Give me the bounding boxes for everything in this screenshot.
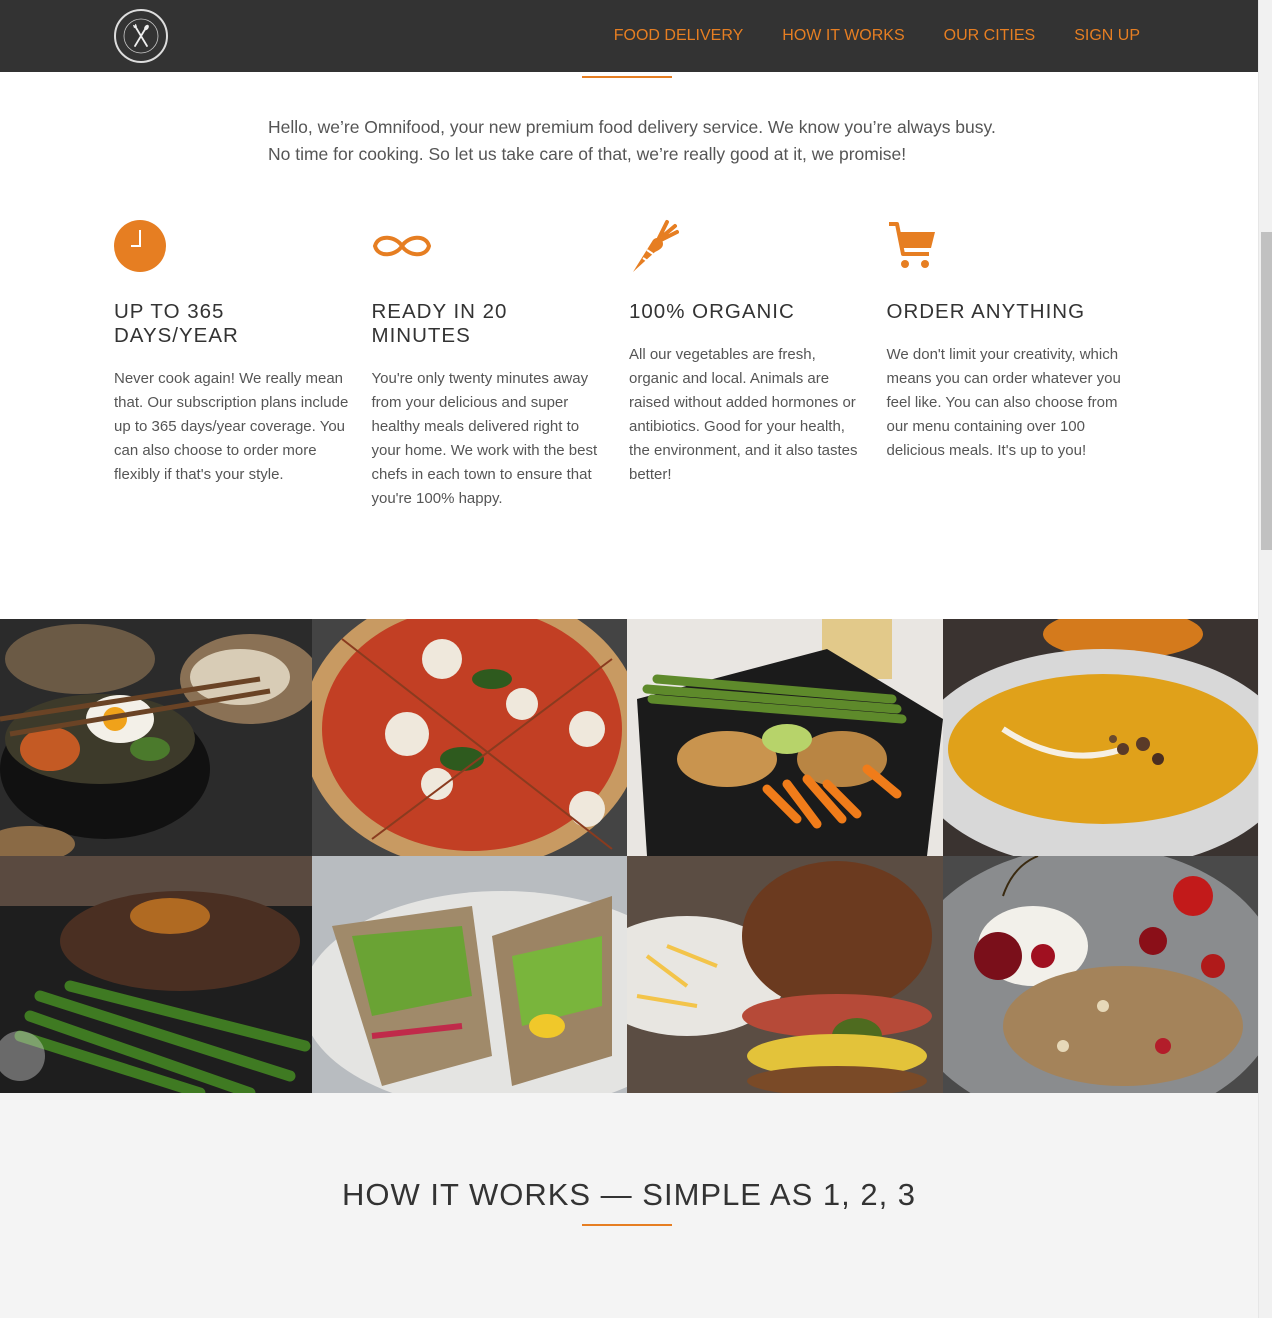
- section-title: How it works — Simple as 1, 2, 3: [341, 1177, 917, 1212]
- cart-icon: [888, 222, 935, 268]
- features-row: Up to 365 days/year Never cook again! We…: [114, 218, 1144, 511]
- feature-order: Order anything We don't limit your creat…: [887, 218, 1145, 511]
- page-scrollbar[interactable]: [1258, 0, 1272, 1318]
- nav-sign-up[interactable]: SIGN UP: [1074, 27, 1140, 45]
- omnifood-logo[interactable]: [114, 9, 168, 63]
- nav-food-delivery[interactable]: FOOD DELIVERY: [614, 27, 744, 45]
- feature-text: We don't limit your creativity, which me…: [886, 346, 1121, 459]
- meals-gallery: [0, 619, 1258, 1093]
- meal-photo-granola: [943, 856, 1258, 1093]
- feature-minutes: Ready in 20 minutes You're only twenty m…: [372, 218, 630, 511]
- feature-text: Never cook again! We really mean that. O…: [114, 370, 349, 483]
- carrot-icon: [633, 220, 679, 272]
- feature-text: You're only twenty minutes away from you…: [371, 370, 598, 507]
- fork-knife-icon: [123, 18, 159, 54]
- nav-how-it-works[interactable]: HOW IT WORKS: [782, 27, 904, 45]
- meal-photo-burger: [627, 856, 943, 1093]
- main-menu: FOOD DELIVERY HOW IT WORKS OUR CITIES SI…: [614, 0, 1140, 72]
- feature-title: Ready in 20 minutes: [371, 300, 508, 347]
- scrollbar-thumb[interactable]: [1261, 232, 1272, 550]
- intro-line-2: No time for cooking. So let us take care…: [268, 144, 907, 164]
- intro-line-1: Hello, we’re Omnifood, your new premium …: [268, 117, 996, 137]
- feature-organic: 100% organic All our vegetables are fres…: [629, 218, 887, 511]
- feature-text: All our vegetables are fresh, organic an…: [629, 346, 858, 483]
- feature-days: Up to 365 days/year Never cook again! We…: [114, 218, 372, 511]
- feature-title: 100% organic: [629, 300, 795, 323]
- section-divider: [582, 76, 672, 78]
- meal-photo-soup: [943, 619, 1258, 856]
- meal-photo-steak: [0, 856, 312, 1093]
- meal-photo-pizza: [312, 619, 627, 856]
- feature-title: Up to 365 days/year: [114, 300, 239, 347]
- feature-title: Order anything: [886, 300, 1086, 323]
- infinity-icon: [372, 235, 431, 257]
- section-divider: [582, 1224, 672, 1226]
- clock-icon: [114, 220, 166, 272]
- intro-text: Hello, we’re Omnifood, your new premium …: [268, 114, 1008, 168]
- meal-photo-chicken: [627, 619, 943, 856]
- meal-photo-sandwich: [312, 856, 627, 1093]
- meal-photo-bibimbap: [0, 619, 312, 856]
- nav-our-cities[interactable]: OUR CITIES: [944, 27, 1036, 45]
- how-it-works-section: How it works — Simple as 1, 2, 3: [0, 1093, 1258, 1318]
- top-navigation: FOOD DELIVERY HOW IT WORKS OUR CITIES SI…: [0, 0, 1258, 72]
